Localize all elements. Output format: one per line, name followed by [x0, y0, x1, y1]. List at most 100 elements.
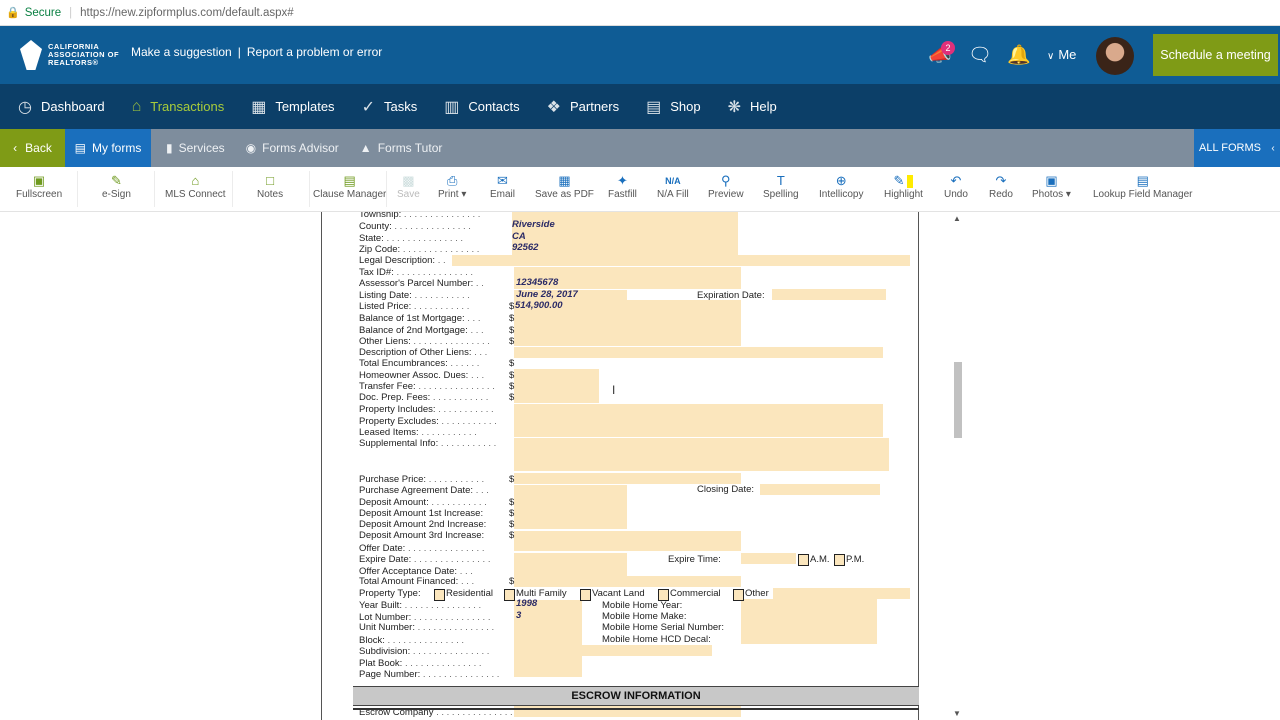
apn-value[interactable]: 12345678: [516, 277, 558, 288]
residential-checkbox[interactable]: [434, 589, 445, 601]
forms-advisor-tab[interactable]: ◉ Forms Advisor: [246, 141, 339, 155]
vacant-land-checkbox[interactable]: [580, 589, 591, 601]
fastfill-button[interactable]: ✦ Fastfill: [608, 173, 637, 200]
clause-manager-button[interactable]: ▤ Clause Manager: [313, 173, 386, 200]
state-value[interactable]: CA: [512, 231, 526, 242]
report-problem-link[interactable]: Report a problem or error: [247, 45, 382, 59]
form-label: Subdivision: . . . . . . . . . . . . . .…: [359, 646, 490, 657]
supplemental-info-field[interactable]: [514, 438, 889, 471]
notes-button[interactable]: □ Notes: [257, 173, 283, 200]
print-button[interactable]: ⎙ Print ▾: [438, 173, 466, 200]
nav-shop[interactable]: ▤ Shop: [646, 97, 701, 117]
mls-connect-button[interactable]: ⌂ MLS Connect: [165, 173, 226, 200]
save-pdf-button[interactable]: ▦ Save as PDF: [535, 173, 594, 200]
multi-family-checkbox[interactable]: [504, 589, 515, 601]
bell-icon[interactable]: 🔔: [1007, 43, 1031, 67]
back-button[interactable]: ‹ Back: [0, 129, 65, 167]
subdivision-field[interactable]: [582, 645, 712, 656]
legal-description-field[interactable]: [452, 255, 910, 266]
county-value[interactable]: Riverside: [512, 219, 555, 230]
header-links-separator: |: [237, 45, 241, 59]
deposit-3rd-field[interactable]: [514, 531, 741, 551]
caret-down-icon: ▾: [1065, 189, 1071, 200]
preview-button[interactable]: ⚲ Preview: [708, 173, 744, 200]
listing-date-value[interactable]: June 28, 2017: [516, 289, 578, 300]
nav-partners-label: Partners: [569, 99, 620, 114]
residential-label: Residential: [446, 588, 493, 599]
photos-button[interactable]: ▣ Photos ▾: [1032, 173, 1071, 200]
car-logo[interactable]: CALIFORNIA ASSOCIATION OF REALTORS®: [20, 40, 128, 70]
nav-templates[interactable]: ▦ Templates: [251, 97, 334, 117]
header-links: Make a suggestion | Report a problem or er…: [131, 45, 382, 59]
notes-label: Notes: [257, 189, 284, 200]
mobile-home-fields[interactable]: [741, 599, 877, 644]
pm-checkbox[interactable]: [834, 554, 845, 566]
other-checkbox[interactable]: [733, 589, 744, 601]
make-suggestion-link[interactable]: Make a suggestion: [131, 45, 232, 59]
year-built-value[interactable]: 1998: [516, 598, 537, 609]
esign-button[interactable]: ✎ e-Sign: [102, 173, 131, 200]
spelling-button[interactable]: T Spelling: [763, 173, 799, 200]
avatar[interactable]: [1096, 37, 1134, 75]
intellicopy-label: Intellicopy: [819, 189, 864, 200]
escrow-company-field[interactable]: [514, 705, 741, 717]
purchase-price-field[interactable]: [514, 473, 741, 484]
redo-button[interactable]: ↷ Redo: [989, 173, 1013, 200]
my-forms-tab[interactable]: ▤ My forms: [65, 129, 151, 167]
lookup-field-manager-button[interactable]: ▤ Lookup Field Manager: [1093, 173, 1193, 200]
schedule-meeting-button[interactable]: Schedule a meeting: [1153, 34, 1278, 76]
services-tab[interactable]: ▮ Services: [166, 141, 225, 155]
intellicopy-button[interactable]: ⊕ Intellicopy: [819, 173, 863, 200]
form-label: Transfer Fee: . . . . . . . . . . . . . …: [359, 381, 495, 392]
dollar-sign: $: [509, 497, 515, 508]
forms-tutor-tab[interactable]: ▲ Forms Tutor: [360, 141, 443, 155]
photo-icon: ▣: [1045, 173, 1058, 188]
nav-partners[interactable]: ❖ Partners: [547, 97, 619, 117]
fullscreen-button[interactable]: ▣ Fullscreen: [16, 173, 62, 200]
url-text[interactable]: https://new.zipformplus.com/default.aspx…: [80, 7, 294, 19]
chevron-down-icon: ∨: [1047, 51, 1055, 62]
form-label: Property Type:: [359, 588, 421, 599]
all-forms-button[interactable]: ALL FORMS: [1194, 129, 1266, 167]
deposit-fields[interactable]: [514, 485, 627, 529]
lot-number-value[interactable]: 3: [516, 610, 521, 621]
form-label: Total Encumbrances: . . . . . .: [359, 358, 480, 369]
save-icon: ▩: [402, 173, 415, 188]
expire-time-label: Expire Time:: [668, 554, 721, 565]
other-property-type-field[interactable]: [773, 588, 910, 599]
undo-button[interactable]: ↶ Undo: [944, 173, 968, 200]
expiration-date-field[interactable]: [772, 289, 886, 300]
zip-value[interactable]: 92562: [512, 242, 538, 253]
closing-date-field[interactable]: [760, 484, 880, 495]
lot-block-fields[interactable]: [514, 600, 582, 677]
save-button[interactable]: ▩ Save: [397, 173, 420, 200]
nav-templates-label: Templates: [275, 99, 335, 114]
listed-price-value[interactable]: 514,900.00: [515, 300, 563, 311]
highlight-button[interactable]: ✎ Highlight: [884, 173, 923, 200]
nav-transactions[interactable]: ⌂ Transactions: [132, 98, 225, 116]
description-of-liens-field[interactable]: [514, 347, 883, 358]
notification-badge: 2: [941, 41, 955, 55]
expiration-date-label: Expiration Date:: [697, 290, 765, 301]
dues-fees-fields[interactable]: [514, 369, 599, 403]
nav-help[interactable]: ❋ Help: [728, 97, 777, 117]
nav-dashboard[interactable]: ◷ Dashboard: [18, 97, 105, 117]
form-label: Homeowner Assoc. Dues: . . .: [359, 370, 485, 381]
am-checkbox[interactable]: [798, 554, 809, 566]
total-financed-field[interactable]: [514, 576, 741, 587]
na-fill-button[interactable]: N/A N/A Fill: [657, 173, 689, 200]
note-icon: □: [266, 173, 274, 188]
property-includes-excludes-field[interactable]: [514, 404, 883, 437]
browser-url-bar[interactable]: 🔒 Secure | https://new.zipformplus.com/d…: [0, 0, 1280, 26]
clause-icon: ▤: [343, 173, 356, 188]
nav-contacts[interactable]: ▥ Contacts: [444, 97, 519, 117]
me-menu[interactable]: ∨ Me: [1047, 47, 1076, 62]
nav-tasks[interactable]: ✓ Tasks: [362, 97, 418, 117]
main-nav: ◷ Dashboard ⌂ Transactions ▦ Templates ✓ Tas…: [0, 84, 1280, 129]
contacts-icon: ▥: [444, 98, 460, 116]
collapse-icon[interactable]: ‹: [1266, 129, 1280, 167]
pm-label: P.M.: [846, 554, 865, 565]
expire-time-field[interactable]: [741, 553, 796, 564]
chat-icon[interactable]: 🗨: [968, 43, 992, 67]
email-button[interactable]: ✉ Email: [490, 173, 515, 200]
